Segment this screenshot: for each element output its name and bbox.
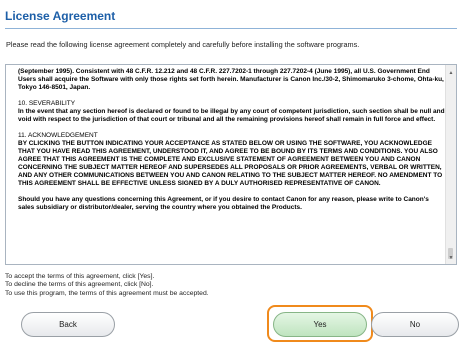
- license-content: (September 1995). Consistent with 48 C.F…: [18, 68, 446, 219]
- section-body: BY CLICKING THE BUTTON INDICATING YOUR A…: [18, 139, 443, 188]
- instructions: To accept the terms of this agreement, c…: [5, 273, 209, 298]
- scroll-up-icon[interactable]: ▲: [446, 70, 456, 76]
- back-button[interactable]: Back: [21, 312, 115, 337]
- license-text-area[interactable]: (September 1995). Consistent with 48 C.F…: [5, 64, 457, 265]
- yes-button[interactable]: Yes: [273, 312, 367, 337]
- scroll-down-icon[interactable]: ▼: [446, 255, 456, 261]
- accept-instruction: To accept the terms of this agreement, c…: [5, 273, 155, 280]
- license-paragraph: (September 1995). Consistent with 48 C.F…: [18, 68, 444, 92]
- no-button[interactable]: No: [371, 312, 459, 337]
- section-heading: 11. ACKNOWLEDGEMENT: [18, 131, 98, 139]
- license-closing: Should you have any questions concerning…: [18, 195, 429, 211]
- vertical-scrollbar[interactable]: ▲ ▼: [445, 65, 456, 264]
- usage-note: To use this program, the terms of this a…: [5, 289, 209, 297]
- decline-instruction: To decline the terms of this agreement, …: [5, 281, 154, 289]
- section-body: In the event that any section hereof is …: [18, 107, 445, 123]
- page-title: License Agreement: [5, 9, 457, 29]
- page-subtitle: Please read the following license agreem…: [6, 40, 360, 49]
- section-heading: 10. SEVERABILITY: [18, 99, 76, 107]
